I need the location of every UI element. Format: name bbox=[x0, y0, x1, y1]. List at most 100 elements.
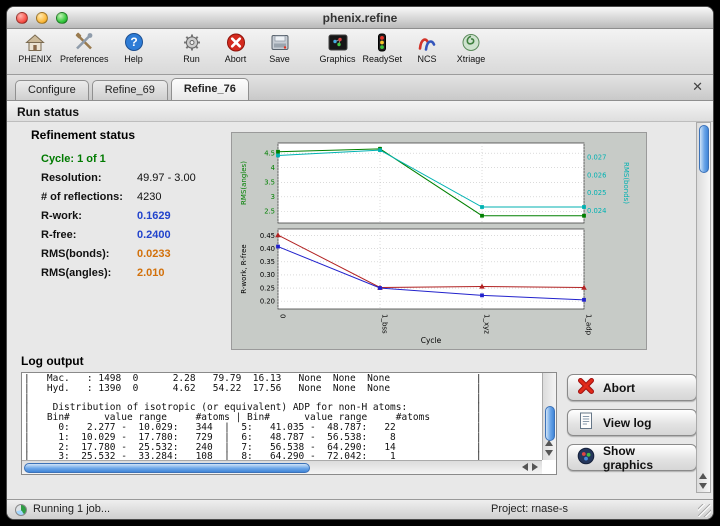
refinement-stats: Cycle: 1 of 1 Resolution:49.97 - 3.00 # … bbox=[41, 149, 227, 282]
toolbar-button-label: Preferences bbox=[60, 54, 109, 64]
save-icon bbox=[268, 31, 292, 54]
stat-reflections: # of reflections:4230 bbox=[41, 187, 227, 206]
svg-text:Cycle: Cycle bbox=[421, 336, 442, 345]
close-window-button[interactable] bbox=[16, 12, 28, 24]
show-graphics-button-label: Show graphics bbox=[603, 444, 688, 472]
scroll-right-arrow-icon[interactable] bbox=[532, 463, 538, 471]
log-horizontal-scrollbar[interactable] bbox=[22, 460, 542, 474]
toolbar-button-ncs[interactable]: NCS bbox=[405, 30, 449, 64]
svg-text:0.027: 0.027 bbox=[587, 154, 606, 162]
stat-rms-bonds: RMS(bonds):0.0233 bbox=[41, 244, 227, 263]
svg-text:3.5: 3.5 bbox=[264, 179, 275, 187]
ncs-icon bbox=[415, 31, 439, 54]
stat-value: 0.1629 bbox=[137, 210, 171, 222]
run-gear-icon bbox=[180, 31, 204, 54]
cycle-value: Cycle: 1 of 1 bbox=[41, 153, 106, 165]
toolbar-button-label: ReadySet bbox=[363, 54, 403, 64]
svg-text:1_bss: 1_bss bbox=[381, 314, 389, 334]
view-log-button[interactable]: View log bbox=[567, 409, 697, 436]
toolbar-button-label: PHENIX bbox=[18, 54, 52, 64]
log-vertical-scrollbar[interactable] bbox=[542, 373, 556, 460]
main-toolbar: PHENIX Preferences ? Help Run Abort Save… bbox=[7, 29, 713, 75]
toolbar-button-abort[interactable]: Abort bbox=[214, 30, 258, 64]
main-scroll-thumb[interactable] bbox=[699, 125, 709, 173]
svg-text:0.024: 0.024 bbox=[587, 207, 606, 215]
help-icon: ? bbox=[122, 31, 146, 54]
svg-text:?: ? bbox=[130, 35, 137, 49]
stat-value: 0.2400 bbox=[137, 229, 171, 241]
status-project-text: Project: rnase-s bbox=[491, 503, 568, 515]
action-buttons: Abort View log Show graphics bbox=[567, 374, 697, 471]
toolbar-button-label: Xtriage bbox=[457, 54, 486, 64]
minimize-window-button[interactable] bbox=[36, 12, 48, 24]
stat-r-work: R-work:0.1629 bbox=[41, 206, 227, 225]
toolbar-button-xtriage[interactable]: Xtriage bbox=[449, 30, 493, 64]
scroll-up-arrow-icon[interactable] bbox=[699, 473, 707, 479]
stat-label: R-work: bbox=[41, 210, 137, 222]
toolbar-button-graphics[interactable]: Graphics bbox=[316, 30, 360, 64]
tab-configure[interactable]: Configure bbox=[15, 80, 89, 100]
window-controls bbox=[16, 12, 68, 24]
svg-text:1_xyz: 1_xyz bbox=[483, 314, 491, 334]
tab-refine-69[interactable]: Refine_69 bbox=[92, 80, 168, 100]
toolbar-button-readyset[interactable]: ReadySet bbox=[360, 30, 406, 64]
show-graphics-button[interactable]: Show graphics bbox=[567, 444, 697, 471]
svg-text:2.5: 2.5 bbox=[264, 208, 275, 216]
svg-text:0.35: 0.35 bbox=[260, 258, 275, 266]
abort-button-label: Abort bbox=[603, 381, 635, 395]
tab-label: Refine_76 bbox=[184, 83, 236, 95]
run-status-header: Run status bbox=[7, 101, 713, 122]
xtriage-icon bbox=[459, 31, 483, 54]
status-running-text: Running 1 job... bbox=[33, 503, 110, 515]
svg-text:0.025: 0.025 bbox=[587, 189, 606, 197]
svg-text:0.40: 0.40 bbox=[260, 245, 275, 253]
tab-content: Run status Refinement status Cycle: 1 of… bbox=[7, 101, 713, 499]
tab-label: Refine_69 bbox=[105, 84, 155, 96]
window-title: phenix.refine bbox=[323, 11, 398, 25]
stat-label: Resolution: bbox=[41, 172, 137, 184]
log-output-title: Log output bbox=[21, 354, 84, 368]
svg-text:3: 3 bbox=[271, 193, 275, 201]
scroll-left-arrow-icon[interactable] bbox=[522, 463, 528, 471]
abort-button[interactable]: Abort bbox=[567, 374, 697, 401]
toolbar-button-label: Graphics bbox=[320, 54, 356, 64]
refinement-status-title: Refinement status bbox=[31, 128, 135, 142]
preferences-icon bbox=[72, 31, 96, 54]
stat-resolution: Resolution:49.97 - 3.00 bbox=[41, 168, 227, 187]
stat-label: R-free: bbox=[41, 229, 137, 241]
resize-grip[interactable] bbox=[698, 504, 711, 517]
title-bar[interactable]: phenix.refine bbox=[7, 7, 713, 29]
svg-text:0.20: 0.20 bbox=[260, 297, 275, 305]
svg-text:1_adp: 1_adp bbox=[585, 314, 593, 336]
stat-value: 4230 bbox=[137, 191, 161, 203]
svg-text:0.026: 0.026 bbox=[587, 171, 606, 179]
busy-spinner-icon bbox=[15, 504, 27, 516]
svg-text:RMS(angles): RMS(angles) bbox=[240, 161, 248, 205]
tab-label: Configure bbox=[28, 84, 76, 96]
tab-refine-76[interactable]: Refine_76 bbox=[171, 78, 249, 100]
scroll-down-arrow-icon[interactable] bbox=[545, 450, 553, 456]
log-output-box: | Mac. : 1498 0 2.28 79.79 16.13 None No… bbox=[21, 372, 557, 475]
phenix-home-icon bbox=[23, 31, 47, 54]
toolbar-button-run[interactable]: Run bbox=[170, 30, 214, 64]
toolbar-button-label: Help bbox=[124, 54, 143, 64]
toolbar-button-save[interactable]: Save bbox=[258, 30, 302, 64]
svg-text:0.25: 0.25 bbox=[260, 284, 275, 292]
svg-text:0.30: 0.30 bbox=[260, 271, 275, 279]
log-hscroll-thumb[interactable] bbox=[24, 463, 310, 473]
toolbar-button-label: NCS bbox=[418, 54, 437, 64]
log-vscroll-thumb[interactable] bbox=[545, 406, 555, 441]
zoom-window-button[interactable] bbox=[56, 12, 68, 24]
stat-label: RMS(angles): bbox=[41, 267, 137, 279]
scroll-up-arrow-icon[interactable] bbox=[545, 440, 553, 446]
stat-label: RMS(bonds): bbox=[41, 248, 137, 260]
toolbar-button-help[interactable]: ? Help bbox=[112, 30, 156, 64]
stat-rms-angles: RMS(angles):2.010 bbox=[41, 263, 227, 282]
tab-close-button[interactable]: ✕ bbox=[692, 80, 703, 93]
toolbar-button-preferences[interactable]: Preferences bbox=[57, 30, 112, 64]
svg-text:4.5: 4.5 bbox=[264, 149, 275, 157]
scroll-down-arrow-icon[interactable] bbox=[699, 483, 707, 489]
main-vertical-scrollbar[interactable] bbox=[696, 122, 711, 493]
toolbar-button-phenix[interactable]: PHENIX bbox=[13, 30, 57, 64]
refinement-chart-svg: 2.533.544.50.0240.0250.0260.027RMS(angle… bbox=[234, 135, 644, 347]
